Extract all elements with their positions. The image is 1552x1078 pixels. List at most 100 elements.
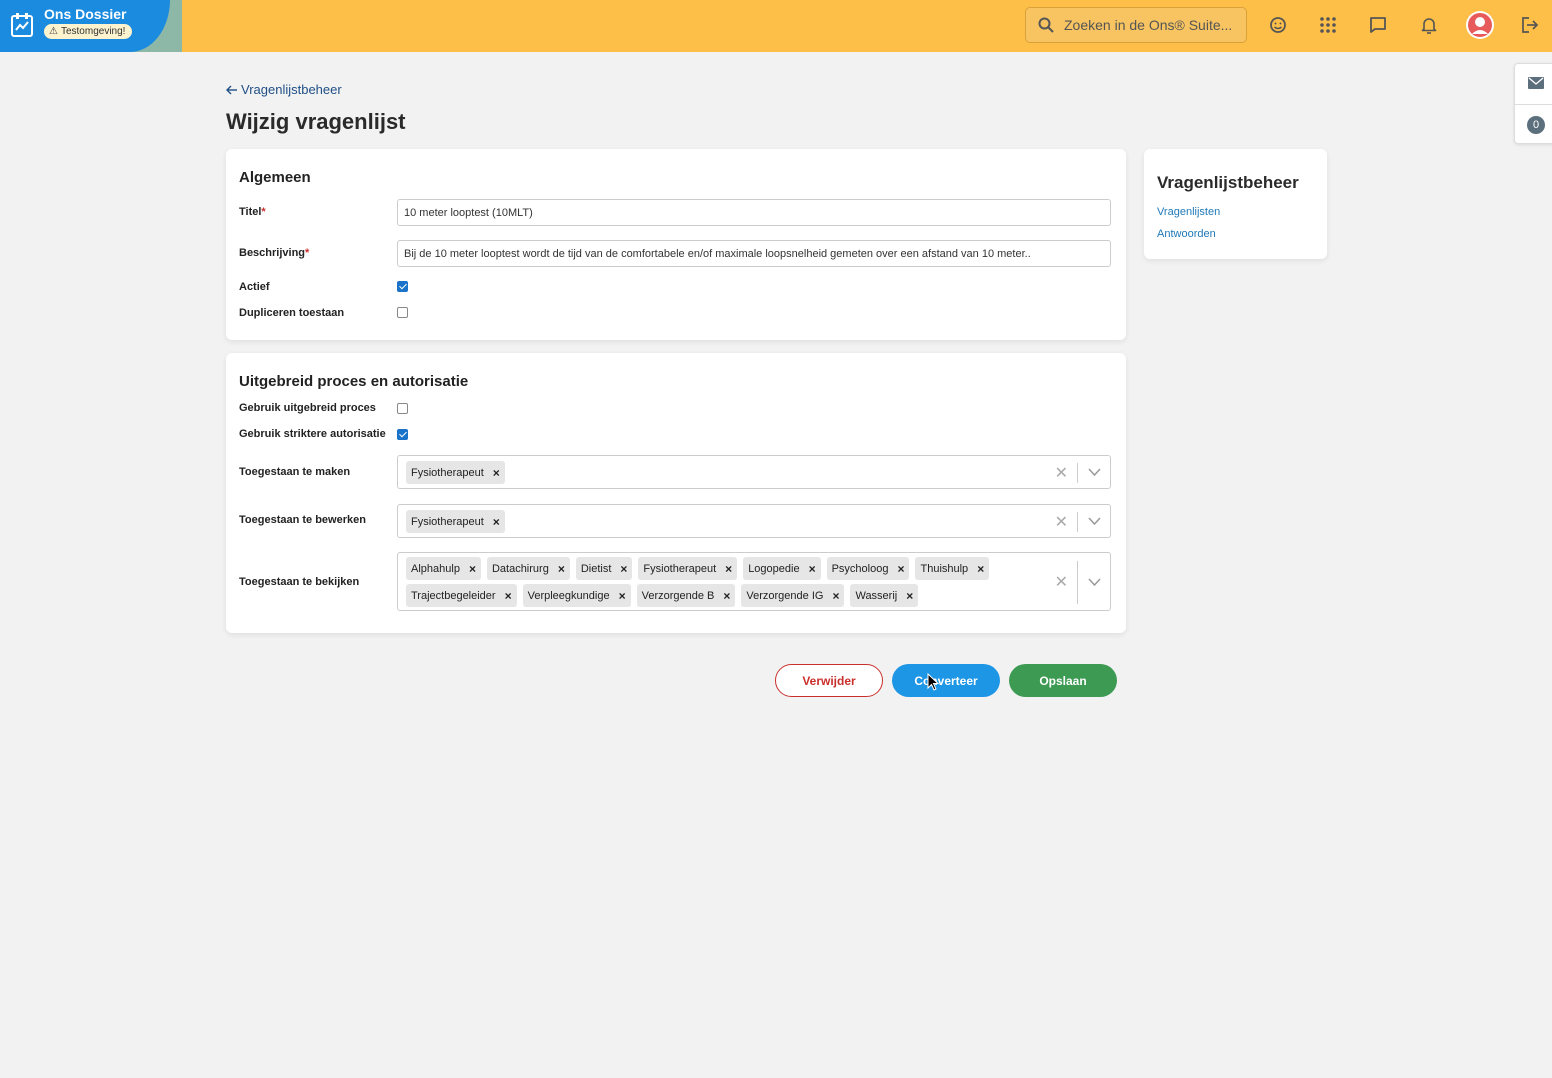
brand-home[interactable]: Ons Dossier ⚠ Testomgeving! xyxy=(0,0,170,52)
tag-chip: Verpleegkundige × xyxy=(522,584,631,607)
separator xyxy=(1077,512,1078,532)
tag-chip: Fysiotherapeut × xyxy=(638,557,738,580)
tag-chip: Trajectbegeleider × xyxy=(406,584,517,607)
tag-chip: Fysiotherapeut × xyxy=(406,510,505,533)
mouse-cursor-icon xyxy=(927,673,939,691)
tag-label: Wasserij xyxy=(855,589,898,602)
general-card-title: Algemeen xyxy=(239,169,311,186)
process-card-title: Uitgebreid proces en autorisatie xyxy=(239,373,469,390)
clear-icon[interactable]: ✕ xyxy=(1055,512,1068,532)
strikt-label: Gebruik striktere autorisatie xyxy=(239,428,386,440)
tag-label: Dietist xyxy=(580,562,612,575)
arrow-left-icon xyxy=(226,85,237,94)
apps-grid-icon[interactable] xyxy=(1317,14,1339,36)
tag-chip: Alphahulp × xyxy=(406,557,481,580)
dupliceren-checkbox[interactable] xyxy=(397,307,408,318)
tag-chip: Verzorgende B × xyxy=(636,584,736,607)
uitgebreid-checkbox[interactable] xyxy=(397,403,408,414)
tag-label: Logopedie xyxy=(748,562,800,575)
remove-tag-icon[interactable]: × xyxy=(505,589,512,603)
bekijken-tags: Alphahulp × Datachirurg × Dietist × Fysiothera… xyxy=(406,557,1046,607)
maken-tags: Fysiotherapeut × xyxy=(406,461,1046,484)
tag-label: Trajectbegeleider xyxy=(411,589,496,602)
tag-label: Thuishulp xyxy=(920,562,969,575)
general-card: Algemeen Titel* 10 meter looptest (10MLT… xyxy=(226,149,1126,340)
tag-label: Alphahulp xyxy=(411,562,460,575)
smiley-refresh-icon[interactable] xyxy=(1267,14,1289,36)
tag-chip: Dietist × xyxy=(575,557,633,580)
bewerken-tags: Fysiotherapeut × xyxy=(406,510,1046,533)
bewerken-multiselect[interactable]: Fysiotherapeut × ✕ xyxy=(397,504,1111,538)
remove-tag-icon[interactable]: × xyxy=(725,562,732,576)
tag-chip: Wasserij × xyxy=(850,584,919,607)
environment-badge: ⚠ Testomgeving! xyxy=(44,24,133,39)
link-antwoorden[interactable]: Antwoorden xyxy=(1157,228,1216,240)
beschrijving-label: Beschrijving* xyxy=(239,247,310,259)
logout-icon[interactable] xyxy=(1519,14,1541,36)
tag-chip: Verzorgende IG × xyxy=(741,584,845,607)
tag-chip: Fysiotherapeut × xyxy=(406,461,505,484)
remove-tag-icon[interactable]: × xyxy=(723,589,730,603)
remove-tag-icon[interactable]: × xyxy=(620,562,627,576)
link-vragenlijsten[interactable]: Vragenlijsten xyxy=(1157,206,1220,218)
search-icon xyxy=(1038,17,1054,33)
notification-count-badge[interactable]: 0 xyxy=(1527,116,1545,134)
chevron-down-icon[interactable] xyxy=(1088,517,1101,526)
actief-label: Actief xyxy=(239,281,270,293)
tag-label: Verzorgende B xyxy=(641,589,715,602)
tag-label: Psycholoog xyxy=(831,562,889,575)
bell-icon[interactable] xyxy=(1418,14,1440,36)
remove-tag-icon[interactable]: × xyxy=(493,466,500,480)
maken-label: Toegestaan te maken xyxy=(239,466,351,478)
side-nav-card: Vragenlijstbeheer Vragenlijsten Antwoord… xyxy=(1144,149,1327,259)
maken-multiselect[interactable]: Fysiotherapeut × ✕ xyxy=(397,455,1111,489)
divider xyxy=(1515,104,1552,105)
search-input[interactable] xyxy=(1064,17,1234,33)
side-widget: 0 xyxy=(1514,63,1552,144)
bekijken-multiselect[interactable]: Alphahulp × Datachirurg × Dietist × Fysiothera… xyxy=(397,552,1111,611)
beschrijving-field[interactable]: Bij de 10 meter looptest wordt de tijd v… xyxy=(397,240,1111,267)
remove-tag-icon[interactable]: × xyxy=(493,515,500,529)
bewerken-label: Toegestaan te bewerken xyxy=(239,514,366,526)
remove-tag-icon[interactable]: × xyxy=(897,562,904,576)
actief-checkbox[interactable] xyxy=(397,281,408,292)
remove-tag-icon[interactable]: × xyxy=(832,589,839,603)
top-bar: Ons Dossier ⚠ Testomgeving! xyxy=(0,0,1552,52)
chevron-down-icon[interactable] xyxy=(1088,578,1101,587)
delete-button[interactable]: Verwijder xyxy=(775,664,883,697)
tag-label: Fysiotherapeut xyxy=(411,515,484,528)
chevron-down-icon[interactable] xyxy=(1088,468,1101,477)
search-box[interactable] xyxy=(1025,7,1247,43)
titel-field[interactable]: 10 meter looptest (10MLT) xyxy=(397,199,1111,226)
remove-tag-icon[interactable]: × xyxy=(558,562,565,576)
avatar[interactable] xyxy=(1466,11,1494,39)
remove-tag-icon[interactable]: × xyxy=(977,562,984,576)
warning-icon: ⚠ xyxy=(49,26,58,37)
tag-label: Datachirurg xyxy=(491,562,549,575)
dossier-icon xyxy=(11,13,33,37)
remove-tag-icon[interactable]: × xyxy=(469,562,476,576)
remove-tag-icon[interactable]: × xyxy=(619,589,626,603)
back-link[interactable]: Vragenlijstbeheer xyxy=(226,82,342,97)
tag-chip: Logopedie × xyxy=(743,557,821,580)
app-title: Ons Dossier xyxy=(44,6,127,22)
separator xyxy=(1077,463,1078,483)
chat-icon[interactable] xyxy=(1367,14,1389,36)
page-title: Wijzig vragenlijst xyxy=(226,109,406,134)
save-button[interactable]: Opslaan xyxy=(1009,664,1117,697)
clear-icon[interactable]: ✕ xyxy=(1055,572,1068,592)
mail-icon[interactable] xyxy=(1528,77,1544,89)
tag-label: Verzorgende IG xyxy=(746,589,824,602)
strikt-checkbox[interactable] xyxy=(397,429,408,440)
remove-tag-icon[interactable]: × xyxy=(809,562,816,576)
uitgebreid-label: Gebruik uitgebreid proces xyxy=(239,402,376,414)
remove-tag-icon[interactable]: × xyxy=(906,589,913,603)
convert-button[interactable]: Converteer xyxy=(892,664,1000,697)
clear-icon[interactable]: ✕ xyxy=(1055,463,1068,483)
environment-label: Testomgeving! xyxy=(60,26,126,37)
tag-chip: Thuishulp × xyxy=(915,557,990,580)
side-card-title: Vragenlijstbeheer xyxy=(1157,173,1299,192)
tag-label: Fysiotherapeut xyxy=(411,466,484,479)
tag-chip: Datachirurg × xyxy=(486,557,570,580)
brand-area: Ons Dossier ⚠ Testomgeving! xyxy=(0,0,182,52)
